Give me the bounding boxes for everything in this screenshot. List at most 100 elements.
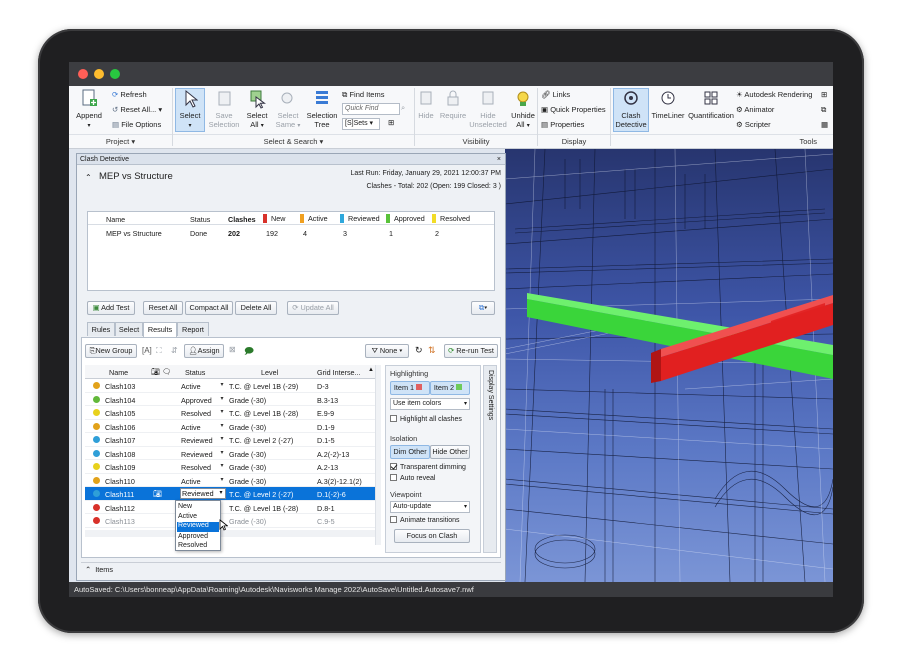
rerun-test-button[interactable]: ⟳ Re-run Test [444,344,498,358]
results-table-row[interactable]: Clash113 Grade (-30) C.9-5 [85,514,375,528]
reset-all-button[interactable]: ↺ Reset All... ▾ [112,105,162,114]
results-table-row[interactable]: Clash109 Resolved ▾ Grade (-30) A.2-13 [85,460,375,474]
extra-tool-icon[interactable]: ⧉ [821,105,826,115]
extra-tool-icon[interactable]: ⊞ [821,90,827,99]
compact-all-button[interactable]: Compact All [185,301,233,315]
status-option-active[interactable]: Active [178,513,197,520]
project-group-label[interactable]: Project ▾ [69,134,172,148]
auto-reveal-checkbox[interactable]: Auto reveal [390,474,435,482]
group-icon[interactable]: [A] [142,346,152,355]
append-button[interactable]: Append ▾ [74,89,104,131]
properties-button[interactable]: ▤ Properties [541,120,584,129]
item1-toggle[interactable]: Item 1 [390,381,430,395]
results-table-row[interactable]: Clash112 T.C. @ Level 1B (-28) D.8-1 [85,501,375,514]
explode-group-icon[interactable]: ⇵ [171,346,178,355]
tab-report[interactable]: Report [177,322,209,336]
tab-select[interactable]: Select [115,322,143,336]
focus-on-clash-button[interactable]: Focus on Clash [394,529,470,543]
refresh-results-icon[interactable]: ↻ [415,345,423,356]
select-button[interactable]: Select ▾ [175,88,205,132]
timeliner-button[interactable]: TimeLiner [651,89,685,120]
select-same-button[interactable]: Select Same ▾ [274,89,302,131]
highlight-all-checkbox[interactable]: Highlight all clashes [390,415,462,423]
results-table-row[interactable]: Clash111 Reviewed 📷︎ ▾ T.C. @ Level 2 (-27) D… [85,487,375,501]
results-table-row[interactable]: Clash106 Active ▾ Grade (-30) D.1-9 [85,420,375,433]
selection-tree-button[interactable]: Selection Tree [305,89,339,129]
status-dropdown-arrow-icon[interactable]: ▾ [218,463,226,470]
status-dropdown-arrow-icon[interactable]: ▾ [218,450,226,457]
3d-viewport[interactable] [505,149,833,582]
assign-button[interactable]: 👤︎Assign [184,344,224,358]
quantification-button[interactable]: Quantification [687,89,735,120]
animate-transitions-checkbox[interactable]: Animate transitions [390,516,460,524]
delete-all-button[interactable]: Delete All [235,301,277,315]
tab-results[interactable]: Results [143,322,177,337]
results-table-row[interactable]: Clash105 Resolved ▾ T.C. @ Level 1B (-28) E.… [85,406,375,420]
sets-manage-icon[interactable]: ⊞ [388,118,394,127]
results-table-row[interactable]: Clash104 Approved ▾ Grade (-30) B.3-13 [85,393,375,406]
refresh-button[interactable]: ⟳ Refresh [112,90,147,99]
status-dropdown-arrow-icon[interactable]: ▾ [218,396,226,403]
find-items-button[interactable]: ⧉ Find Items [342,90,384,100]
horizontal-scrollbar[interactable] [85,530,375,537]
status-dropdown-arrow-icon[interactable]: ▾ [217,490,225,497]
clash-detective-button[interactable]: Clash Detective [613,88,649,132]
sort-icon[interactable]: ⇅ [428,345,436,356]
status-dropdown-arrow-icon[interactable]: ▾ [218,477,226,484]
autodesk-rendering-button[interactable]: ☀ Autodesk Rendering [736,90,812,99]
tab-rules[interactable]: Rules [87,322,115,336]
zoom-window-button[interactable] [110,69,120,79]
status-dropdown-arrow-icon[interactable]: ▾ [218,423,226,430]
camera-icon[interactable]: 📷︎ [153,489,162,498]
status-dropdown-arrow-icon[interactable]: ▾ [218,382,226,389]
links-button[interactable]: 🔗︎ Links [541,90,570,99]
unassign-icon[interactable]: ⊠ [229,345,236,354]
status-option-resolved[interactable]: Resolved [178,542,207,549]
minimize-window-button[interactable] [94,69,104,79]
status-option-reviewed[interactable]: Reviewed [177,522,219,532]
update-all-button[interactable]: ⟳ Update All [287,301,339,315]
ungroup-icon[interactable]: ⛶ [156,346,162,356]
status-option-approved[interactable]: Approved [178,533,208,540]
new-group-button[interactable]: ⎘New Group [85,344,137,358]
transparent-dimming-checkbox[interactable]: Transparent dimming [390,463,466,471]
results-table-row[interactable]: Clash110 Active ▾ Grade (-30) A.3(2)-12.1(2) [85,474,375,487]
status-option-new[interactable]: New [178,503,192,510]
sets-dropdown[interactable]: [S]Sets ▾ [342,118,380,130]
quick-properties-button[interactable]: ▣ Quick Properties [541,105,606,114]
results-table-row[interactable]: Clash103 Active ▾ T.C. @ Level 1B (-29) D-3 [85,379,375,393]
collapse-test-chevron-icon[interactable]: ⌃ [85,173,92,182]
save-selection-button[interactable]: Save Selection [208,89,240,129]
export-dropdown-button[interactable]: ⧉▾ [471,301,495,315]
close-panel-button[interactable]: × [497,154,501,165]
test-row[interactable]: MEP vs Structure Done 202 192 4 3 1 2 [88,227,494,239]
reset-all-tests-button[interactable]: Reset All [143,301,183,315]
hide-other-button[interactable]: Hide Other [430,445,470,459]
hide-button[interactable]: Hide [415,89,437,120]
results-table-row[interactable]: Clash108 Reviewed ▾ Grade (-30) A.2(-2)-13 [85,447,375,460]
add-test-button[interactable]: ▣ Add Test [87,301,135,315]
item2-toggle[interactable]: Item 2 [430,381,470,395]
results-table-row[interactable]: Clash107 Reviewed ▾ T.C. @ Level 2 (-27) D.1… [85,433,375,447]
unhide-all-button[interactable]: Unhide All ▾ [509,89,537,131]
hide-unselected-button[interactable]: Hide Unselected [469,89,507,129]
file-options-button[interactable]: ▤ File Options [112,120,161,129]
scripter-button[interactable]: ⚙ Scripter [736,120,771,129]
quick-find-input[interactable]: Quick Find [342,103,400,115]
quick-find-search-icon[interactable]: ⌕ [401,103,405,113]
extra-tool-icon[interactable]: ▦ [821,120,828,129]
status-dropdown-arrow-icon[interactable]: ▾ [218,409,226,416]
viewpoint-select[interactable]: Auto-update ▾ [390,501,470,513]
comment-icon[interactable]: 🗩 [244,344,254,360]
status-dropdown-arrow-icon[interactable]: ▾ [218,436,226,443]
animator-button[interactable]: ⚙ Animator [736,105,774,114]
select-search-group-label[interactable]: Select & Search ▾ [173,134,414,148]
display-settings-side-tab[interactable]: Display Settings [483,365,497,553]
highlight-mode-select[interactable]: Use item colors ▾ [390,398,470,410]
items-section[interactable]: ⌃ Items [81,562,501,576]
require-button[interactable]: Require [439,89,467,120]
dim-other-button[interactable]: Dim Other [390,445,430,459]
select-all-button[interactable]: Select All ▾ [243,89,271,131]
none-filter-dropdown[interactable]: ⛛ None ▾ [365,344,409,358]
close-window-button[interactable] [78,69,88,79]
